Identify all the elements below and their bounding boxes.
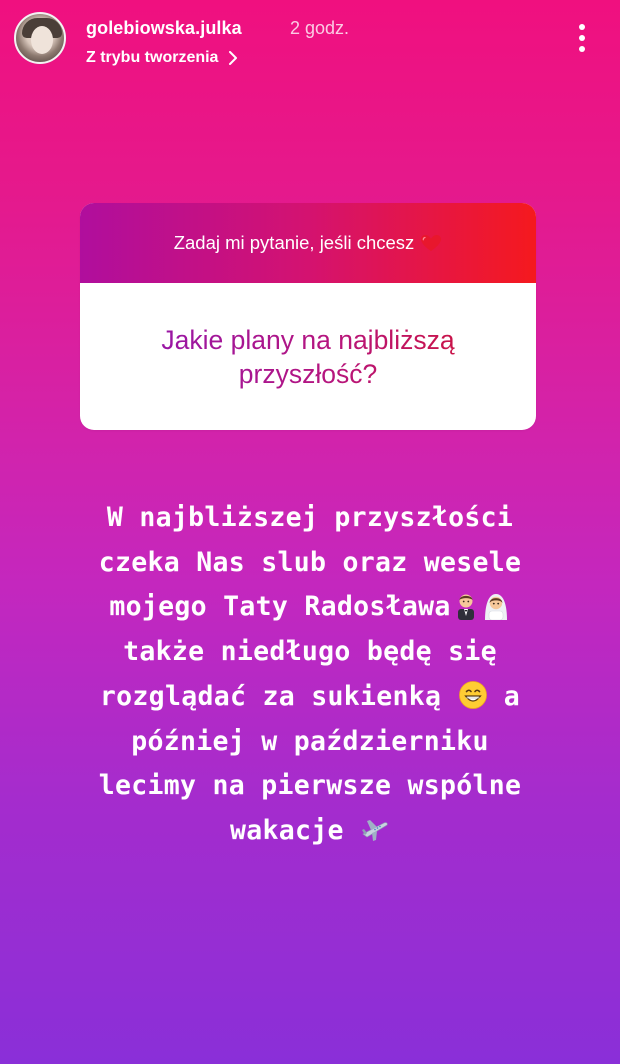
answer-line: W najbliższej przyszłości <box>106 502 514 533</box>
airplane-emoji <box>362 819 388 841</box>
answer-line: mojego Taty Radosława <box>14 585 606 630</box>
answer-line: rozglądać za sukienką a <box>14 675 606 720</box>
answer-line: czeka Nas slub oraz wesele <box>98 546 522 578</box>
red-heart-icon <box>421 235 442 251</box>
answer-line-text: rozglądać za sukienką <box>99 680 442 712</box>
groom-emoji <box>457 594 474 621</box>
avatar[interactable] <box>14 12 66 64</box>
answer-line-text: mojego Taty Radosława <box>109 591 451 623</box>
more-dot <box>579 24 585 30</box>
question-prompt-text: Zadaj mi pytanie, jeśli chcesz <box>173 232 415 253</box>
answer-line: później w październiku <box>131 725 489 757</box>
question-sticker[interactable]: Zadaj mi pytanie, jeśli chcesz Jakie pla… <box>80 203 536 430</box>
chevron-right-icon <box>229 51 238 65</box>
answer-line: wakacje <box>14 809 606 854</box>
more-dot <box>579 46 585 52</box>
username[interactable]: golebiowska.julka <box>86 18 242 39</box>
create-mode-label: Z trybu tworzenia <box>86 49 219 66</box>
bride-emoji <box>484 594 507 621</box>
post-time: 2 godz. <box>290 18 350 38</box>
answer-line-text: wakacje <box>229 814 344 846</box>
answer-line: lecimy na pierwsze wspólne <box>98 770 522 802</box>
create-mode-link[interactable]: Z trybu tworzenia <box>86 49 240 67</box>
answer-line-text: a <box>503 680 521 712</box>
story-header: golebiowska.julka 2 godz. Z trybu tworze… <box>0 0 620 80</box>
question-prompt: Zadaj mi pytanie, jeśli chcesz <box>174 232 443 254</box>
avatar-face <box>31 26 53 54</box>
story-view[interactable]: golebiowska.julka 2 godz. Z trybu tworze… <box>0 0 620 1064</box>
more-options-icon[interactable] <box>568 20 596 56</box>
answer-text: W najbliższej przyszłości czeka Nas slub… <box>14 496 606 854</box>
question-sticker-header: Zadaj mi pytanie, jeśli chcesz <box>80 203 536 283</box>
question-text: Jakie plany na najbliższą przyszłość? <box>80 323 536 391</box>
more-dot <box>579 35 585 41</box>
question-sticker-body: Jakie plany na najbliższą przyszłość? <box>80 283 536 430</box>
answer-line: także niedługo będę się <box>123 636 497 668</box>
grinning-face-emoji <box>458 680 487 709</box>
